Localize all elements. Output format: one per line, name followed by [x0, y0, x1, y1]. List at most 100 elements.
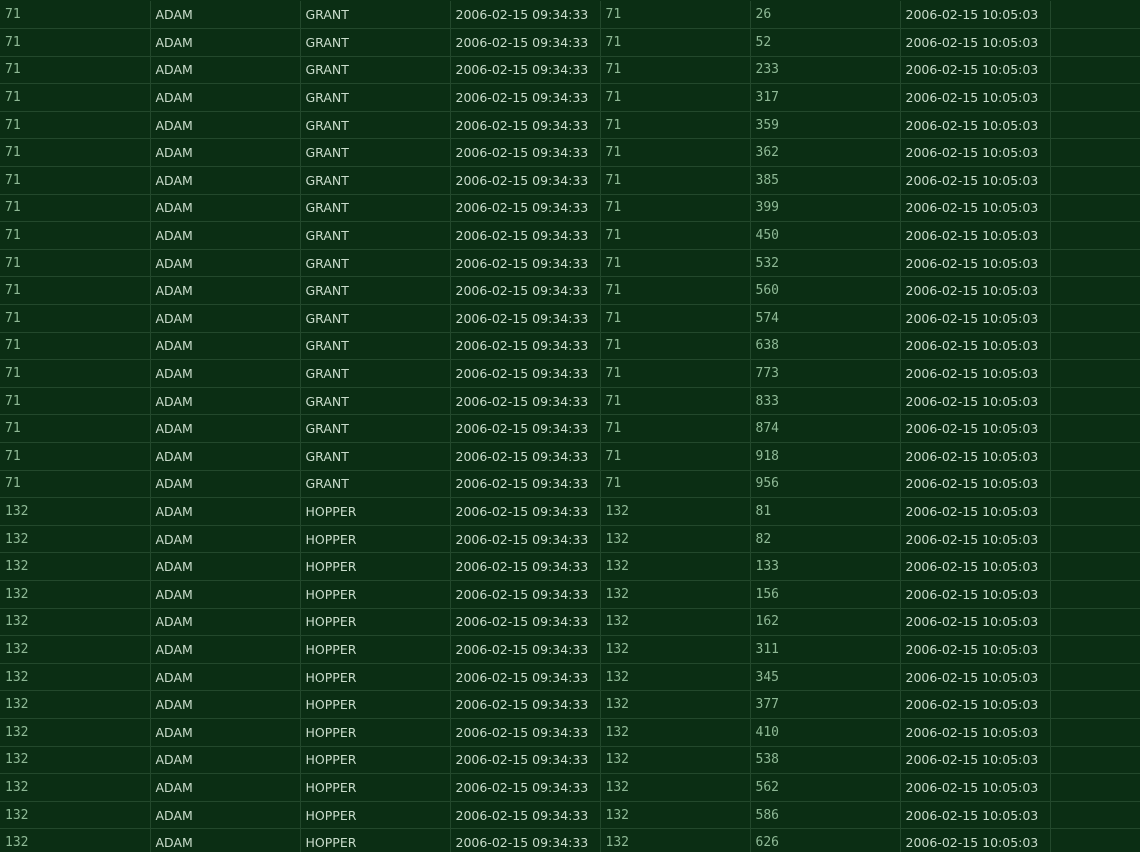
- last-name-cell[interactable]: GRANT: [300, 359, 451, 388]
- table-row[interactable]: 71 ADAM GRANT 2006-02-15 09:34:33 71 918 2006-…: [0, 442, 1140, 471]
- first-name-cell[interactable]: ADAM: [150, 663, 301, 692]
- film-id-cell[interactable]: 638: [750, 332, 901, 361]
- first-name-cell[interactable]: ADAM: [150, 552, 301, 581]
- actor-id-cell[interactable]: 132: [0, 801, 151, 830]
- film-id-cell[interactable]: 385: [750, 166, 901, 195]
- film-id-cell[interactable]: 410: [750, 718, 901, 747]
- last-name-cell[interactable]: GRANT: [300, 1, 451, 30]
- table-row[interactable]: 132 ADAM HOPPER 2006-02-15 09:34:33 132 562 20…: [0, 773, 1140, 802]
- film-last-update-cell[interactable]: 2006-02-15 10:05:03: [900, 442, 1051, 471]
- film-last-update-cell[interactable]: 2006-02-15 10:05:03: [900, 28, 1051, 57]
- film-last-update-cell[interactable]: 2006-02-15 10:05:03: [900, 83, 1051, 112]
- film-actor-id-cell[interactable]: 71: [600, 221, 751, 250]
- film-last-update-cell[interactable]: 2006-02-15 10:05:03: [900, 580, 1051, 609]
- last-name-cell[interactable]: GRANT: [300, 249, 451, 278]
- last-name-cell[interactable]: HOPPER: [300, 497, 451, 526]
- last-name-cell[interactable]: HOPPER: [300, 525, 451, 554]
- table-row[interactable]: 71 ADAM GRANT 2006-02-15 09:34:33 71 450 2006-…: [0, 221, 1140, 250]
- actor-last-update-cell[interactable]: 2006-02-15 09:34:33: [450, 83, 601, 112]
- film-actor-id-cell[interactable]: 132: [600, 608, 751, 637]
- actor-last-update-cell[interactable]: 2006-02-15 09:34:33: [450, 332, 601, 361]
- first-name-cell[interactable]: ADAM: [150, 718, 301, 747]
- table-row[interactable]: 71 ADAM GRANT 2006-02-15 09:34:33 71 574 2006-…: [0, 304, 1140, 333]
- last-name-cell[interactable]: GRANT: [300, 56, 451, 85]
- last-name-cell[interactable]: GRANT: [300, 387, 451, 416]
- actor-id-cell[interactable]: 71: [0, 387, 151, 416]
- last-name-cell[interactable]: GRANT: [300, 470, 451, 499]
- last-name-cell[interactable]: GRANT: [300, 83, 451, 112]
- first-name-cell[interactable]: ADAM: [150, 166, 301, 195]
- table-row[interactable]: 71 ADAM GRANT 2006-02-15 09:34:33 71 399 2006-…: [0, 194, 1140, 223]
- table-row[interactable]: 71 ADAM GRANT 2006-02-15 09:34:33 71 362 2006-…: [0, 138, 1140, 168]
- actor-last-update-cell[interactable]: 2006-02-15 09:34:33: [450, 249, 601, 278]
- actor-last-update-cell[interactable]: 2006-02-15 09:34:33: [450, 525, 601, 554]
- first-name-cell[interactable]: ADAM: [150, 221, 301, 250]
- film-id-cell[interactable]: 52: [750, 28, 901, 57]
- first-name-cell[interactable]: ADAM: [150, 28, 301, 57]
- film-id-cell[interactable]: 918: [750, 442, 901, 471]
- last-name-cell[interactable]: HOPPER: [300, 690, 451, 719]
- actor-last-update-cell[interactable]: 2006-02-15 09:34:33: [450, 580, 601, 609]
- table-row[interactable]: 132 ADAM HOPPER 2006-02-15 09:34:33 132 156 20…: [0, 580, 1140, 609]
- actor-id-cell[interactable]: 71: [0, 332, 151, 361]
- actor-id-cell[interactable]: 132: [0, 718, 151, 747]
- last-name-cell[interactable]: HOPPER: [300, 773, 451, 802]
- film-last-update-cell[interactable]: 2006-02-15 10:05:03: [900, 387, 1051, 416]
- table-row[interactable]: 132 ADAM HOPPER 2006-02-15 09:34:33 132 538 20…: [0, 746, 1140, 775]
- actor-id-cell[interactable]: 132: [0, 525, 151, 554]
- actor-last-update-cell[interactable]: 2006-02-15 09:34:33: [450, 773, 601, 802]
- film-id-cell[interactable]: 82: [750, 525, 901, 554]
- first-name-cell[interactable]: ADAM: [150, 138, 301, 168]
- actor-last-update-cell[interactable]: 2006-02-15 09:34:33: [450, 828, 601, 852]
- last-name-cell[interactable]: GRANT: [300, 414, 451, 443]
- table-row[interactable]: 71 ADAM GRANT 2006-02-15 09:34:33 71 874 2006-…: [0, 414, 1140, 443]
- film-actor-id-cell[interactable]: 71: [600, 138, 751, 168]
- film-last-update-cell[interactable]: 2006-02-15 10:05:03: [900, 221, 1051, 250]
- actor-last-update-cell[interactable]: 2006-02-15 09:34:33: [450, 663, 601, 692]
- film-last-update-cell[interactable]: 2006-02-15 10:05:03: [900, 111, 1051, 140]
- first-name-cell[interactable]: ADAM: [150, 359, 301, 388]
- actor-last-update-cell[interactable]: 2006-02-15 09:34:33: [450, 552, 601, 581]
- table-row[interactable]: 132 ADAM HOPPER 2006-02-15 09:34:33 132 626 20…: [0, 828, 1140, 852]
- actor-last-update-cell[interactable]: 2006-02-15 09:34:33: [450, 56, 601, 85]
- table-row[interactable]: 132 ADAM HOPPER 2006-02-15 09:34:33 132 345 20…: [0, 663, 1140, 692]
- film-actor-id-cell[interactable]: 132: [600, 828, 751, 852]
- table-row[interactable]: 132 ADAM HOPPER 2006-02-15 09:34:33 132 162 20…: [0, 608, 1140, 637]
- film-actor-id-cell[interactable]: 132: [600, 552, 751, 581]
- film-last-update-cell[interactable]: 2006-02-15 10:05:03: [900, 718, 1051, 747]
- first-name-cell[interactable]: ADAM: [150, 470, 301, 499]
- first-name-cell[interactable]: ADAM: [150, 56, 301, 85]
- table-row[interactable]: 132 ADAM HOPPER 2006-02-15 09:34:33 132 377 20…: [0, 690, 1140, 719]
- table-row[interactable]: 71 ADAM GRANT 2006-02-15 09:34:33 71 638 2006-…: [0, 332, 1140, 361]
- last-name-cell[interactable]: GRANT: [300, 138, 451, 168]
- table-row[interactable]: 132 ADAM HOPPER 2006-02-15 09:34:33 132 81 200…: [0, 497, 1140, 526]
- film-last-update-cell[interactable]: 2006-02-15 10:05:03: [900, 276, 1051, 306]
- actor-id-cell[interactable]: 132: [0, 690, 151, 719]
- first-name-cell[interactable]: ADAM: [150, 304, 301, 333]
- last-name-cell[interactable]: GRANT: [300, 194, 451, 223]
- table-row[interactable]: 71 ADAM GRANT 2006-02-15 09:34:33 71 833 2006-…: [0, 387, 1140, 416]
- last-name-cell[interactable]: GRANT: [300, 28, 451, 57]
- last-name-cell[interactable]: HOPPER: [300, 828, 451, 852]
- film-actor-id-cell[interactable]: 132: [600, 525, 751, 554]
- actor-id-cell[interactable]: 71: [0, 249, 151, 278]
- film-last-update-cell[interactable]: 2006-02-15 10:05:03: [900, 828, 1051, 852]
- last-name-cell[interactable]: HOPPER: [300, 635, 451, 664]
- film-last-update-cell[interactable]: 2006-02-15 10:05:03: [900, 470, 1051, 499]
- film-id-cell[interactable]: 773: [750, 359, 901, 388]
- table-row[interactable]: 71 ADAM GRANT 2006-02-15 09:34:33 71 560 2006-…: [0, 276, 1140, 306]
- film-last-update-cell[interactable]: 2006-02-15 10:05:03: [900, 166, 1051, 195]
- first-name-cell[interactable]: ADAM: [150, 387, 301, 416]
- first-name-cell[interactable]: ADAM: [150, 690, 301, 719]
- film-actor-id-cell[interactable]: 71: [600, 276, 751, 306]
- actor-id-cell[interactable]: 132: [0, 497, 151, 526]
- last-name-cell[interactable]: GRANT: [300, 111, 451, 140]
- first-name-cell[interactable]: ADAM: [150, 580, 301, 609]
- film-last-update-cell[interactable]: 2006-02-15 10:05:03: [900, 746, 1051, 775]
- film-id-cell[interactable]: 399: [750, 194, 901, 223]
- actor-id-cell[interactable]: 71: [0, 166, 151, 195]
- film-last-update-cell[interactable]: 2006-02-15 10:05:03: [900, 304, 1051, 333]
- first-name-cell[interactable]: ADAM: [150, 608, 301, 637]
- table-row[interactable]: 132 ADAM HOPPER 2006-02-15 09:34:33 132 311 20…: [0, 635, 1140, 664]
- film-last-update-cell[interactable]: 2006-02-15 10:05:03: [900, 138, 1051, 168]
